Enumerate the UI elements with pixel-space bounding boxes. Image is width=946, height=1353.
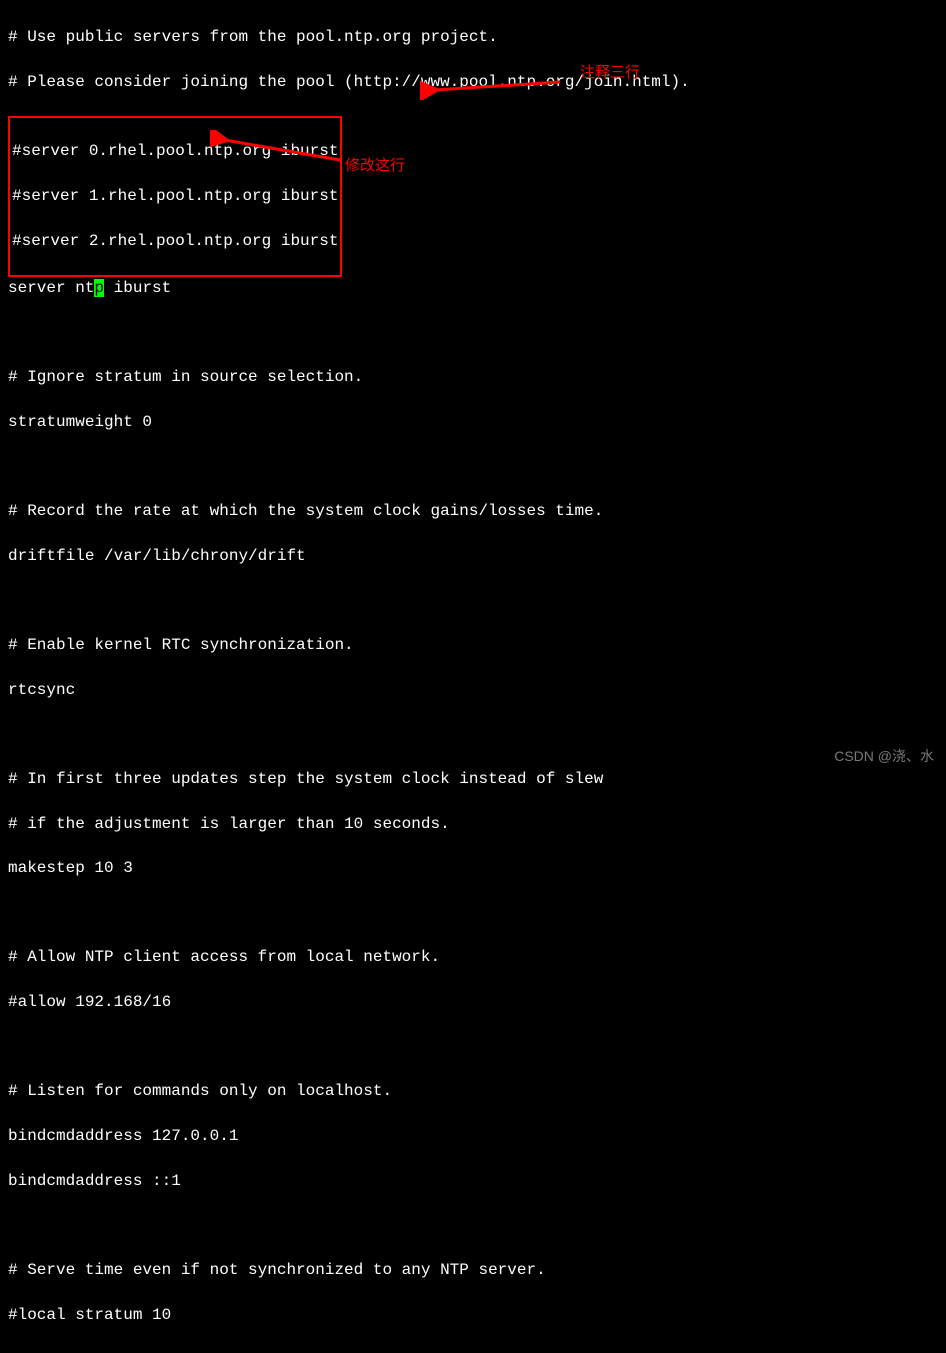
blank-line [8,321,938,343]
text-pre-cursor: server nt [8,279,94,297]
config-line-edit: server ntp iburst [8,277,938,299]
editor-cursor: p [94,279,104,297]
blank-line [8,589,938,611]
blank-line [8,723,938,745]
config-line: bindcmdaddress ::1 [8,1170,938,1192]
config-line: bindcmdaddress 127.0.0.1 [8,1125,938,1147]
terminal-editor[interactable]: # Use public servers from the pool.ntp.o… [0,0,946,1353]
arrow-mid-icon [210,130,350,170]
config-line: # if the adjustment is larger than 10 se… [8,813,938,835]
config-line: # Allow NTP client access from local net… [8,946,938,968]
config-line: makestep 10 3 [8,857,938,879]
config-line: # Serve time even if not synchronized to… [8,1259,938,1281]
config-line: # Enable kernel RTC synchronization. [8,634,938,656]
blank-line [8,455,938,477]
config-line: # In first three updates step the system… [8,768,938,790]
blank-line [8,1215,938,1237]
config-line-boxed: #server 1.rhel.pool.ntp.org iburst [12,185,338,207]
config-line: rtcsync [8,679,938,701]
config-line: # Ignore stratum in source selection. [8,366,938,388]
config-line: # Listen for commands only on localhost. [8,1080,938,1102]
config-line: # Record the rate at which the system cl… [8,500,938,522]
config-line: stratumweight 0 [8,411,938,433]
config-line: driftfile /var/lib/chrony/drift [8,545,938,567]
text-post-cursor: iburst [104,279,171,297]
watermark-text: CSDN @浇、水 [834,747,934,767]
config-line: #allow 192.168/16 [8,991,938,1013]
blank-line [8,902,938,924]
config-line: # Use public servers from the pool.ntp.o… [8,26,938,48]
annotation-mid: 修改这行 [345,155,405,176]
config-line-boxed: #server 2.rhel.pool.ntp.org iburst [12,230,338,252]
blank-line [8,1036,938,1058]
config-line: #local stratum 10 [8,1304,938,1326]
arrow-top-icon [420,70,570,100]
annotation-top: 注释三行 [580,62,640,83]
